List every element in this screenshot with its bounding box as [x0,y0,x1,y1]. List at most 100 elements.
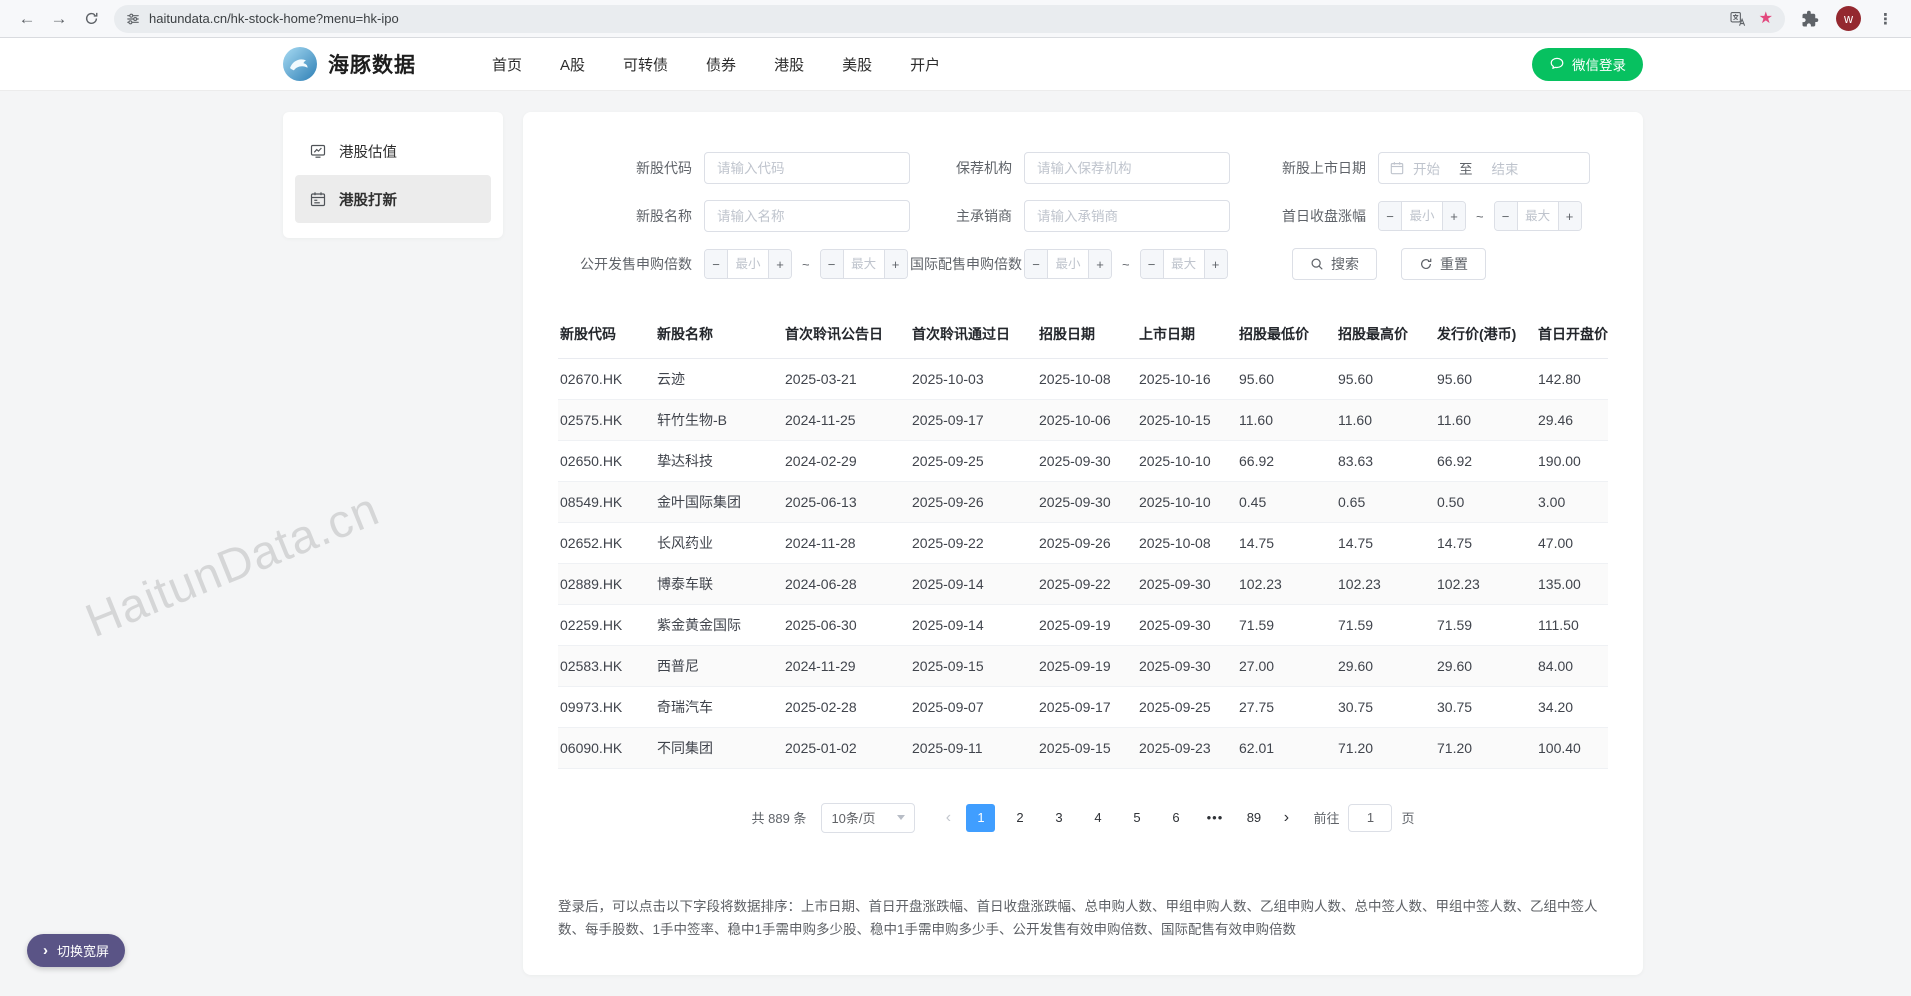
page-more-button[interactable]: ••• [1200,804,1229,832]
table-cell: 47.00 [1536,522,1608,564]
brand[interactable]: 海豚数据 [283,47,416,81]
page-button-2[interactable]: 2 [1005,804,1034,832]
browser-menu-icon[interactable]: ⋮ [1878,10,1893,28]
decrement-button[interactable]: − [820,250,844,278]
extensions-puzzle-icon[interactable] [1801,10,1819,28]
increment-button[interactable]: + [1557,202,1581,230]
goto-page-input[interactable] [1348,803,1393,832]
table-cell: 2025-09-25 [1137,686,1237,728]
decrement-button[interactable]: − [705,250,728,278]
bookmark-star-icon[interactable]: ★ [1759,10,1773,27]
increment-button[interactable]: + [883,250,907,278]
back-button[interactable]: ← [12,4,42,34]
table-cell: 02575.HK [558,399,655,441]
decrement-button[interactable]: − [1379,202,1402,230]
intl-placing-max-input[interactable] [1163,250,1204,278]
increment-button[interactable]: + [768,250,791,278]
table-cell: 29.60 [1435,645,1536,687]
page-button-5[interactable]: 5 [1122,804,1151,832]
translate-icon[interactable] [1730,10,1747,27]
calendar-grid-icon [310,191,326,207]
public-offer-max-stepper: − + [819,249,908,279]
table-cell: 紫金黄金国际 [655,604,783,646]
column-header: 招股最高价 [1336,310,1435,359]
nav-item-5[interactable]: 港股 [774,54,804,75]
table-cell: 08549.HK [558,481,655,523]
table-cell: 14.75 [1237,522,1336,564]
public-offer-min-input[interactable] [728,250,768,278]
table-cell: 2024-11-28 [783,522,910,564]
column-header: 发行价(港币) [1435,310,1536,359]
pagination: 共 889 条 10条/页 ‹ 123456 ••• 89 › 前往 页 [558,802,1608,833]
table-cell: 34.20 [1536,686,1608,728]
page-button-3[interactable]: 3 [1044,804,1073,832]
reload-icon [85,12,97,25]
reset-button[interactable]: 重置 [1401,248,1486,280]
table-cell: 100.40 [1536,727,1608,769]
url-bar[interactable]: haitundata.cn/hk-stock-home?menu=hk-ipo … [114,4,1785,33]
wechat-login-button[interactable]: 微信登录 [1532,47,1643,81]
table-cell: 西普尼 [655,645,783,687]
main-panel: 新股代码 保荐机构 新股上市日期 开始 至 结束 新股名称 [523,112,1643,975]
table-cell: 2025-09-14 [910,563,1037,605]
next-page-button[interactable]: › [1273,809,1299,826]
nav-item-4[interactable]: 债券 [706,54,736,75]
wechat-login-label: 微信登录 [1572,58,1626,73]
list-date-label: 新股上市日期 [1282,160,1366,176]
table-cell: 2025-10-15 [1137,399,1237,441]
widescreen-toggle-button[interactable]: › 切换宽屏 [27,934,126,967]
chevron-right-icon: › [43,942,48,959]
sidebar-item-hk-valuation[interactable]: 港股估值 [295,127,491,175]
table-row: 02583.HK 西普尼 2024-11-29 2025-09-15 2025-09-1… [558,645,1608,687]
new-stock-code-input[interactable] [704,152,910,184]
public-offer-max-input[interactable] [843,250,884,278]
new-stock-name-input[interactable] [704,200,910,232]
page-size-select[interactable]: 10条/页 [821,802,916,833]
increment-button[interactable]: + [1088,250,1111,278]
widescreen-label: 切换宽屏 [57,944,110,959]
table-cell: 09973.HK [558,686,655,728]
increment-button[interactable]: + [1442,202,1465,230]
table-cell: 2025-09-30 [1037,481,1137,523]
column-header: 招股最低价 [1237,310,1336,359]
nav-item-1[interactable]: 首页 [492,54,522,75]
nav-item-7[interactable]: 开户 [910,54,940,75]
list-date-range-picker[interactable]: 开始 至 结束 [1378,152,1590,184]
first-day-gain-min-input[interactable] [1402,202,1442,230]
increment-button[interactable]: + [1203,250,1227,278]
table-cell: 2025-09-22 [1037,563,1137,605]
prev-page-button[interactable]: ‹ [935,809,961,826]
table-cell: 66.92 [1237,440,1336,482]
first-day-gain-max-input[interactable] [1517,202,1558,230]
reload-button[interactable] [76,4,106,34]
page-button-6[interactable]: 6 [1161,804,1190,832]
decrement-button[interactable]: − [1025,250,1048,278]
nav-item-2[interactable]: A股 [560,54,585,75]
table-cell: 27.00 [1237,645,1336,687]
intl-placing-min-input[interactable] [1048,250,1088,278]
reset-button-label: 重置 [1440,256,1468,272]
underwriter-input[interactable] [1024,200,1230,232]
table-cell: 06090.HK [558,727,655,769]
forward-button[interactable]: → [44,4,74,34]
table-cell: 29.60 [1336,645,1435,687]
decrement-button[interactable]: − [1494,202,1518,230]
site-info-icon[interactable] [126,12,140,26]
decrement-button[interactable]: − [1140,250,1164,278]
new-stock-name-label: 新股名称 [636,208,692,224]
sponsor-input[interactable] [1024,152,1230,184]
page-button-4[interactable]: 4 [1083,804,1112,832]
profile-avatar[interactable]: w [1836,6,1861,31]
table-cell: 11.60 [1336,399,1435,441]
table-cell: 190.00 [1536,440,1608,482]
url-text: haitundata.cn/hk-stock-home?menu=hk-ipo [149,11,399,26]
nav-item-6[interactable]: 美股 [842,54,872,75]
page-button-1[interactable]: 1 [966,803,996,832]
search-button[interactable]: 搜索 [1292,248,1377,280]
nav-item-3[interactable]: 可转债 [623,54,668,75]
page-button-89[interactable]: 89 [1239,804,1268,832]
table-cell: 71.59 [1237,604,1336,646]
sidebar-item-hk-ipo[interactable]: 港股打新 [295,175,491,223]
calendar-icon [1390,162,1404,175]
table-cell: 02670.HK [558,358,655,400]
